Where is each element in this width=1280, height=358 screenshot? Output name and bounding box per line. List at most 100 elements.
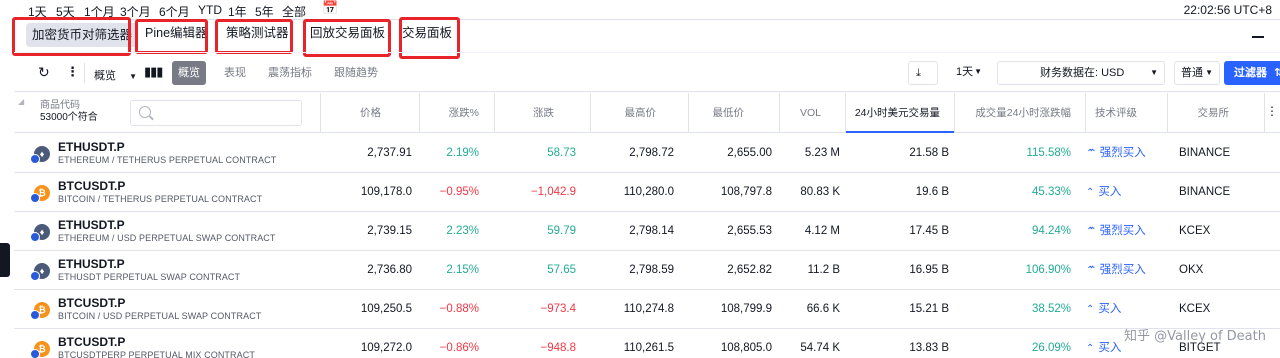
range-3m[interactable]: 3个月 (120, 3, 151, 20)
header-low[interactable]: 最低价 (688, 93, 744, 133)
search-icon (139, 106, 151, 118)
cell-high: 2,798.59 (629, 264, 674, 276)
range-all[interactable]: 全部 (282, 3, 306, 20)
symbol-search-input[interactable] (130, 100, 302, 126)
cell-chg: 58.73 (547, 147, 576, 159)
cell-rating: ⌃ 买入 (1086, 173, 1121, 212)
rating-label: 强烈买入 (1099, 264, 1146, 276)
row-ticker[interactable]: BTCUSDT.P (58, 296, 125, 310)
cell-chg-pct: 2.23% (446, 225, 479, 237)
cell-high: 110,280.0 (623, 186, 674, 198)
cell-low: 2,652.82 (727, 264, 772, 276)
symbol-column-header[interactable]: 商品代码 53000个符合 (40, 100, 98, 124)
double-chevron-up-icon: ⌃⌃ (1086, 226, 1096, 237)
table-header: ◢ 商品代码 53000个符合 价格 涨跌% 涨跌 最高价 最低价 VOL 24… (14, 93, 1280, 133)
clock[interactable]: 22:02:56 UTC+8 (1184, 3, 1272, 17)
symbol-count: 53000个符合 (40, 112, 98, 123)
cell-chg-pct: 2.19% (446, 147, 479, 159)
rating-label: 买入 (1098, 342, 1122, 354)
header-exchange[interactable]: 交易所 (1167, 93, 1229, 133)
header-vol24-usd[interactable]: 24小时美元交易量 (845, 93, 940, 133)
cell-high: 2,798.14 (629, 225, 674, 237)
side-panel-tab[interactable] (0, 243, 10, 277)
calendar-icon[interactable]: 📅 (322, 0, 338, 16)
download-icon: ⤓ (916, 67, 921, 79)
row-ticker[interactable]: ETHUSDT.P (58, 218, 125, 232)
table-row[interactable]: ₿ BTCUSDT.P BITCOIN / TETHERUS PERPETUAL C… (14, 173, 1280, 212)
range-6m[interactable]: 6个月 (159, 3, 190, 20)
mode-select[interactable]: 普通 ▼ (1174, 61, 1220, 85)
more-options-icon[interactable]: ⋮ (66, 64, 79, 80)
cell-chg-pct: 2.15% (446, 264, 479, 276)
row-ticker[interactable]: ETHUSDT.P (58, 257, 125, 271)
cell-exchange: KCEX (1179, 225, 1211, 237)
range-5d[interactable]: 5天 (56, 3, 75, 20)
cell-vol24chg: 115.58% (1026, 147, 1071, 159)
range-1m[interactable]: 1个月 (84, 3, 115, 20)
tab-strategy-tester[interactable]: 策略测试器 (222, 20, 293, 50)
range-1d[interactable]: 1天 (28, 3, 47, 20)
download-button[interactable]: ⤓ (908, 61, 938, 85)
tab-crypto-screener[interactable]: 加密货币对筛选器 (26, 23, 139, 47)
range-1y[interactable]: 1年 (228, 3, 247, 20)
tab-overview[interactable]: 概览 (172, 61, 206, 85)
cell-chg: −948.8 (540, 342, 577, 354)
row-ticker[interactable]: BTCUSDT.P (58, 335, 125, 349)
cell-price: 2,737.91 (367, 147, 412, 159)
header-vol24-change[interactable]: 成交量24小时涨跌幅 (954, 93, 1071, 133)
tab-trend-following[interactable]: 跟随趋势 (328, 61, 384, 85)
rating-label: 强烈买入 (1099, 225, 1146, 237)
view-select[interactable]: 概览 ▼ (94, 67, 137, 83)
cell-rating: ⌃ 买入 (1086, 290, 1121, 329)
filter-label: 过滤器 (1234, 67, 1267, 79)
table-row[interactable]: ♦ ETHUSDT.P ETHEREUM / USD PERPETUAL SWAP … (14, 212, 1280, 251)
table-row[interactable]: ₿ BTCUSDT.P BTCUSDTPERP PERPETUAL MIX CONT… (14, 329, 1280, 358)
header-vol[interactable]: VOL (779, 93, 821, 133)
minimize-icon[interactable] (1252, 36, 1264, 38)
row-description: BITCOIN / TETHERUS PERPETUAL CONTRACT (58, 194, 263, 204)
interval-value: 1天 (956, 66, 974, 78)
table-row[interactable]: ♦ ETHUSDT.P ETHEREUM / TETHERUS PERPETUAL … (14, 134, 1280, 173)
tab-trading-panel[interactable]: 交易面板 (398, 20, 456, 50)
cell-chg: −973.4 (540, 303, 577, 315)
bottom-panel-tabs: 加密货币对筛选器 Pine编辑器 策略测试器 回放交易面板 交易面板 (14, 20, 1280, 50)
range-ytd[interactable]: YTD (198, 3, 222, 17)
double-chevron-up-icon: ⌃⌃ (1086, 148, 1096, 159)
tab-performance[interactable]: 表现 (218, 61, 252, 85)
row-ticker[interactable]: ETHUSDT.P (58, 140, 125, 154)
cell-rating: ⌃ 买入 (1086, 329, 1121, 358)
header-rating[interactable]: 技术评级 (1085, 93, 1137, 133)
tab-pine-editor[interactable]: Pine编辑器 (141, 20, 212, 50)
header-high[interactable]: 最高价 (590, 93, 656, 133)
currency-select[interactable]: 财务数据在: USD ▼ (997, 61, 1165, 85)
cell-price: 2,739.15 (367, 225, 412, 237)
rating-label: 强烈买入 (1099, 147, 1146, 159)
table-row[interactable]: ♦ ETHUSDT.P ETHUSDT PERPETUAL SWAP CONTRAC… (14, 251, 1280, 290)
chevron-down-icon: ▼ (1205, 68, 1213, 77)
cell-vol: 54.74 K (800, 342, 840, 354)
cell-chg: −1,042.9 (530, 186, 576, 198)
tab-oscillators[interactable]: 震荡指标 (262, 61, 318, 85)
table-row[interactable]: ₿ BTCUSDT.P BITCOIN / USD PERPETUAL SWAP C… (14, 290, 1280, 329)
refresh-icon[interactable]: ↻ (38, 64, 50, 81)
header-price[interactable]: 价格 (320, 93, 381, 133)
cell-vol: 66.6 K (806, 303, 840, 315)
cell-rating: ⌃⌃ 强烈买入 (1086, 134, 1146, 173)
header-change[interactable]: 涨跌 (494, 93, 554, 133)
range-5y[interactable]: 5年 (255, 3, 274, 20)
tab-replay-trading[interactable]: 回放交易面板 (306, 20, 389, 50)
cell-vol: 80.83 K (800, 186, 840, 198)
interval-select[interactable]: 1天 ▼ (948, 61, 988, 85)
more-columns-icon[interactable]: ⋮ (1266, 104, 1278, 118)
cell-vol: 11.2 B (807, 264, 840, 276)
filter-button[interactable]: 过滤器 ⇅ (1224, 61, 1280, 85)
cell-low: 2,655.53 (727, 225, 772, 237)
row-ticker[interactable]: BTCUSDT.P (58, 179, 125, 193)
cell-vol24: 16.95 B (909, 264, 949, 276)
cell-vol: 5.23 M (804, 147, 840, 159)
column-layout-icon[interactable]: ▮▮▮ (144, 64, 163, 80)
tether-badge-icon (30, 232, 40, 242)
left-edge-strip (0, 0, 14, 358)
view-select-value: 概览 (94, 70, 116, 82)
header-change-pct[interactable]: 涨跌% (419, 93, 479, 133)
